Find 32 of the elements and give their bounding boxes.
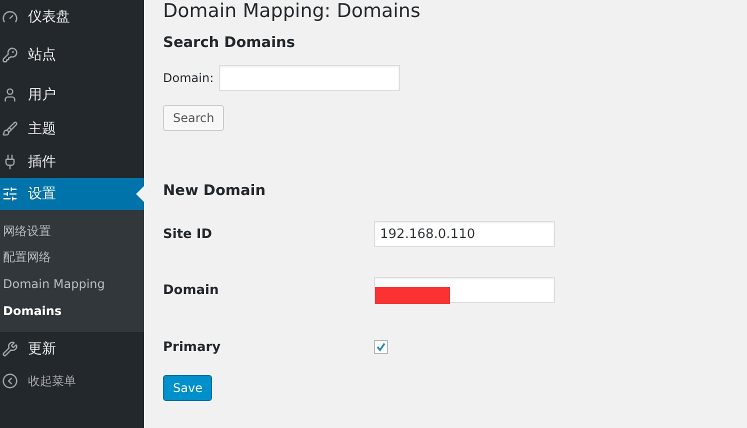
submenu-item[interactable]: Domain Mapping [0,271,144,298]
site-id-field[interactable]: 192.168.0.110 [374,221,555,247]
section-heading: New Domain [163,183,267,199]
menu-item[interactable]: 仪表盘 [0,2,144,32]
field-label: Site ID [163,226,214,242]
brush-icon [2,121,18,137]
field-label: Domain [163,282,220,298]
domain-field[interactable] [374,277,555,303]
menu-item[interactable]: 设置 [0,178,144,210]
field-label: Primary [163,340,222,354]
menu-item[interactable]: 更新 [0,332,144,366]
menu-item[interactable]: 插件 [0,146,144,178]
collapse-menu-button[interactable]: 收起菜单 [0,366,144,396]
page-title: Domain Mapping: Domains [163,0,422,23]
sliders-icon [2,186,18,202]
field-label: Domain: [163,71,214,85]
user-icon [2,87,18,103]
wrench-icon [2,341,18,357]
search-button[interactable]: Search [163,105,224,131]
menu-item[interactable]: 主题 [0,112,144,146]
menu-item[interactable]: 用户 [0,78,144,112]
submenu-item[interactable]: 网络设置 [0,218,144,244]
menu-item[interactable]: 站点 [0,32,144,78]
save-button[interactable]: Save [163,375,212,401]
submenu-item[interactable]: Domains [0,298,144,324]
section-heading: Search Domains [163,35,296,51]
primary-checkbox[interactable] [374,340,388,354]
domain-search-field[interactable] [218,65,400,91]
collapse-icon [2,373,18,389]
key-icon [2,47,18,63]
gauge-icon [2,9,18,25]
submenu-item[interactable]: 配置网络 [0,244,144,271]
